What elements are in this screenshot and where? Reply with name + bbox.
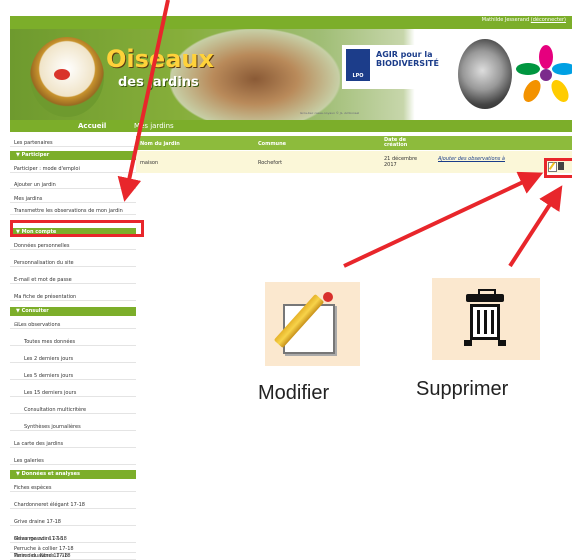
- trash-icon-enlarged: [432, 278, 540, 360]
- photo-credit: Gros-bec casse-noyaux © JL. Ambonsel: [300, 111, 360, 115]
- sidebar-item-label: Les observations: [18, 322, 61, 328]
- sidebar-item-mesange[interactable]: Mésange noire 17-18: [10, 536, 136, 543]
- coin-logo-icon: [458, 39, 512, 109]
- sidebar-item-mode-emploi[interactable]: Participer : mode d'emploi: [10, 166, 136, 173]
- flower-logo-icon: [516, 45, 572, 102]
- cell-garden-name: maison: [140, 160, 159, 166]
- nav-home-link[interactable]: Accueil: [78, 122, 106, 130]
- site-subtitle: des jardins: [118, 75, 199, 90]
- sidebar-item-2-jours[interactable]: Les 2 derniers jours: [10, 356, 136, 363]
- sidebar-item-mes-jardins[interactable]: Mes jardins: [10, 196, 136, 203]
- table-row: [136, 151, 572, 173]
- sidebar-item-carte[interactable]: La carte des jardins: [10, 441, 136, 448]
- sidebar-item-personnalisation[interactable]: Personnalisation du site: [10, 260, 136, 267]
- arrow-to-trash-icon: [508, 185, 563, 268]
- top-bar: Mathilde Jesserand (déconnecter): [10, 16, 572, 29]
- sidebar-item-chardonneret[interactable]: Chardonneret élégant 17-18: [10, 502, 136, 509]
- logout-link[interactable]: (déconnecter): [531, 17, 566, 23]
- column-header-commune[interactable]: Commune: [258, 142, 286, 147]
- trash-feet: [464, 340, 506, 346]
- cell-commune: Rochefort: [258, 160, 283, 166]
- mascot-beak: [54, 69, 70, 80]
- edit-icon-enlarged: [265, 282, 360, 366]
- sidebar-section-consulter[interactable]: ▼ Consulter: [10, 307, 136, 316]
- column-header-name[interactable]: Nom du jardin: [140, 142, 180, 147]
- header-banner: Oiseaux des jardins LPO AGIR pour la BIO…: [10, 29, 572, 120]
- highlight-box-row-icons: [544, 158, 572, 178]
- partner-banner[interactable]: LPO AGIR pour la BIODIVERSITÉ: [342, 45, 452, 89]
- pencil-eraser: [323, 292, 333, 302]
- supprimer-label: Supprimer: [416, 378, 509, 400]
- user-info: Mathilde Jesserand (déconnecter): [482, 17, 566, 23]
- sidebar-item-galeries[interactable]: Les galeries: [10, 458, 136, 465]
- sidebar-item-email[interactable]: E-mail et mot de passe: [10, 277, 136, 284]
- cell-date: 21 décembre 2017: [384, 156, 418, 168]
- highlight-box-mes-jardins: [10, 220, 144, 237]
- sidebar-item-partners[interactable]: Les partenaires: [10, 140, 136, 147]
- section-title: Données et analyses: [21, 471, 80, 477]
- user-name: Mathilde Jesserand: [481, 17, 530, 23]
- section-title: Consulter: [21, 308, 49, 314]
- lpo-label: LPO: [352, 73, 364, 79]
- nav-current-page: Mes jardins: [134, 122, 174, 130]
- arrow-to-edit-icon: [343, 171, 544, 268]
- sidebar-item-toutes[interactable]: Toutes mes données: [10, 339, 136, 346]
- modifier-label: Modifier: [258, 382, 330, 404]
- sidebar-item-ajouter-jardin[interactable]: Ajouter un jardin: [10, 182, 136, 189]
- sidebar-item-15-jours[interactable]: Les 15 derniers jours: [10, 390, 136, 397]
- lpo-logo-icon: LPO: [346, 49, 370, 81]
- sidebar-item-grive-draine[interactable]: Grive draine 17-18: [10, 519, 136, 526]
- trash-body: [470, 304, 500, 340]
- section-title: Participer: [21, 152, 50, 158]
- partner-text: AGIR pour la BIODIVERSITÉ: [376, 50, 439, 69]
- sidebar-item-donnees-perso[interactable]: Données personnelles: [10, 243, 136, 250]
- column-header-date[interactable]: Date de création: [384, 138, 418, 148]
- sidebar-item-fiches-especes[interactable]: Fiches espèces: [10, 485, 136, 492]
- sidebar-item-perruche[interactable]: Perruche à collier 17-18: [10, 546, 136, 553]
- sidebar-item-observations[interactable]: ⊟Les observations: [10, 322, 136, 329]
- trash-lid: [466, 294, 504, 302]
- site-title[interactable]: Oiseaux: [106, 47, 214, 71]
- page: Mathilde Jesserand (déconnecter) Oiseaux…: [0, 0, 572, 560]
- partner-text-line2: BIODIVERSITÉ: [376, 58, 439, 68]
- sidebar-section-donnees[interactable]: ▼ Données et analyses: [10, 470, 136, 479]
- sidebar-item-5-jours[interactable]: Les 5 derniers jours: [10, 373, 136, 380]
- sidebar-section-participer[interactable]: ▼ Participer: [10, 151, 136, 160]
- table-header-row: [136, 136, 572, 150]
- sidebar-item-syntheses[interactable]: Synthèses journalières: [10, 424, 136, 431]
- sidebar-item-fiche[interactable]: Ma fiche de présentation: [10, 294, 136, 301]
- sidebar: Les partenaires ▼ Participer Participer …: [10, 132, 136, 560]
- add-observations-link[interactable]: Ajouter des observations à: [438, 156, 505, 162]
- sidebar-item-transmettre[interactable]: Transmettre les observations de mon jard…: [10, 208, 136, 215]
- sidebar-item-multicritere[interactable]: Consultation multicritère: [10, 407, 136, 414]
